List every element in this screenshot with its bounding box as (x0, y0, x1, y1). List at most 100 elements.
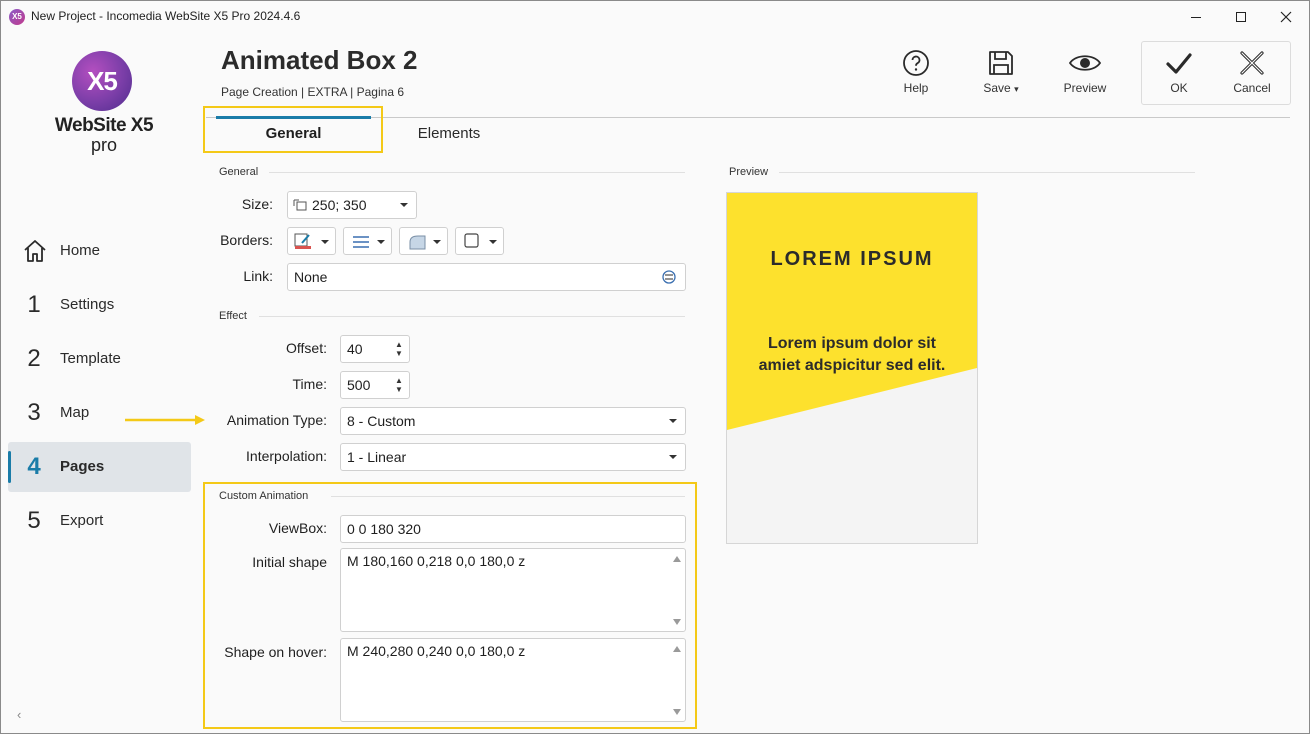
breadcrumb: Page Creation | EXTRA | Pagina 6 (221, 85, 405, 99)
interpolation-value: 1 - Linear (347, 449, 407, 465)
logo-mark: X5 (72, 51, 132, 111)
corner-radius-button[interactable] (399, 227, 448, 255)
save-icon (989, 51, 1013, 75)
stepper-down-icon[interactable]: ▼ (395, 350, 405, 358)
nav-item-label: Home (60, 242, 101, 259)
nav-item-home[interactable]: Home (8, 226, 191, 276)
animation-type-value: 8 - Custom (347, 413, 416, 429)
scroll-up-icon[interactable] (673, 646, 681, 652)
save-label: Save ▾ (983, 81, 1019, 95)
arrow-annotation-icon (125, 415, 205, 425)
ok-label: OK (1170, 81, 1188, 95)
size-value: 250; 350 (312, 197, 367, 213)
preview-label: Preview (1063, 81, 1107, 95)
nav-item-label: Settings (60, 296, 115, 313)
shape-on-hover-label: Shape on hover: (224, 644, 327, 660)
preview-button[interactable]: Preview (1050, 45, 1120, 101)
preview-title: LOREM IPSUM (770, 248, 934, 270)
link-value: None (294, 269, 328, 285)
resize-icon (293, 199, 307, 211)
page-title: Animated Box 2 (221, 45, 418, 75)
section-preview-label: Preview (729, 166, 769, 178)
chevron-down-icon (321, 240, 329, 244)
logo-name: WebSite X5 (54, 115, 154, 136)
scroll-down-icon[interactable] (673, 709, 681, 715)
chevron-down-icon (400, 203, 408, 207)
section-custom-animation-label: Custom Animation (219, 490, 309, 502)
time-value: 500 (347, 377, 371, 393)
scroll-down-icon[interactable] (673, 619, 681, 625)
section-divider (259, 316, 685, 317)
help-button[interactable]: Help (881, 45, 951, 101)
preview-text: Lorem ipsum dolor sit amiet adspicitur s… (758, 335, 946, 374)
initial-shape-label: Initial shape (252, 554, 327, 570)
corner-radius-icon (409, 235, 426, 250)
highlight-general-tab (203, 106, 383, 153)
application-window: X5 New Project - Incomedia WebSite X5 Pr… (0, 0, 1310, 734)
help-label: Help (903, 81, 929, 95)
link-label: Link: (243, 268, 273, 284)
cancel-button[interactable]: Cancel (1217, 45, 1287, 101)
cancel-icon (1240, 51, 1264, 75)
offset-stepper[interactable]: 40 ▲ ▼ (340, 335, 410, 363)
stepper-up-icon[interactable]: ▲ (395, 377, 405, 385)
line-style-icon (353, 236, 369, 248)
nav-item-label: Pages (60, 458, 105, 475)
chevron-down-icon (669, 419, 677, 423)
scrollbar[interactable] (670, 640, 684, 720)
section-effect-label: Effect (219, 310, 247, 322)
ok-button[interactable]: OK (1144, 45, 1214, 101)
nav-item-template[interactable]: 2 Template (8, 334, 191, 384)
stepper-up-icon[interactable]: ▲ (395, 341, 405, 349)
link-field[interactable]: None (287, 263, 686, 291)
nav-item-export[interactable]: 5 Export (8, 496, 191, 546)
nav-item-label: Export (60, 512, 104, 529)
shape-on-hover-value: M 240,280 0,240 0,0 180,0 z (347, 643, 526, 659)
app-icon: X5 (9, 9, 25, 25)
scrollbar[interactable] (670, 550, 684, 630)
nav-item-settings[interactable]: 1 Settings (8, 280, 191, 330)
maximize-button[interactable] (1218, 1, 1264, 32)
close-button[interactable] (1263, 1, 1309, 32)
minimize-icon (1191, 16, 1201, 18)
time-label: Time: (292, 376, 327, 392)
square-outline-icon (464, 233, 479, 248)
border-style-button[interactable] (343, 227, 392, 255)
chevron-down-icon (433, 240, 441, 244)
home-icon (24, 240, 46, 262)
size-dropdown[interactable]: 250; 350 (287, 191, 417, 219)
section-general-label: General (219, 166, 259, 178)
tab-elements[interactable]: Elements (401, 119, 497, 151)
viewbox-input[interactable]: 0 0 180 320 (340, 515, 686, 543)
interpolation-dropdown[interactable]: 1 - Linear (340, 443, 686, 471)
nav-item-number: 3 (27, 399, 41, 426)
collapse-sidebar-button[interactable]: ‹ (17, 707, 21, 722)
time-stepper[interactable]: 500 ▲ ▼ (340, 371, 410, 399)
scroll-up-icon[interactable] (673, 556, 681, 562)
section-divider (269, 172, 685, 173)
shape-on-hover-textarea[interactable]: M 240,280 0,240 0,0 180,0 z (340, 638, 686, 722)
nav-item-number: 1 (27, 291, 41, 318)
section-divider (779, 172, 1195, 173)
size-label: Size: (241, 196, 273, 212)
animation-type-dropdown[interactable]: 8 - Custom (340, 407, 686, 435)
help-icon (903, 50, 929, 76)
pen-color-icon (294, 233, 311, 249)
chevron-down-icon (377, 240, 385, 244)
borders-label: Borders: (220, 232, 273, 248)
border-color-button[interactable] (287, 227, 336, 255)
minimize-button[interactable] (1173, 1, 1219, 32)
eye-icon (1068, 55, 1102, 71)
shadow-button[interactable] (455, 227, 504, 255)
chevron-down-icon: ▾ (1014, 84, 1019, 94)
stepper-down-icon[interactable]: ▼ (395, 386, 405, 394)
offset-value: 40 (347, 341, 363, 357)
preview-panel: LOREM IPSUM Lorem ipsum dolor sit amiet … (726, 192, 978, 544)
animation-type-label: Animation Type: (226, 412, 327, 428)
nav-item-number: 4 (27, 453, 41, 480)
initial-shape-textarea[interactable]: M 180,160 0,218 0,0 180,0 z (340, 548, 686, 632)
nav-item-map[interactable]: 3 Map (8, 388, 191, 438)
nav-item-pages[interactable]: 4 Pages (8, 442, 191, 492)
title-bar: X5 New Project - Incomedia WebSite X5 Pr… (1, 1, 1309, 32)
save-button[interactable]: Save ▾ (966, 45, 1036, 101)
